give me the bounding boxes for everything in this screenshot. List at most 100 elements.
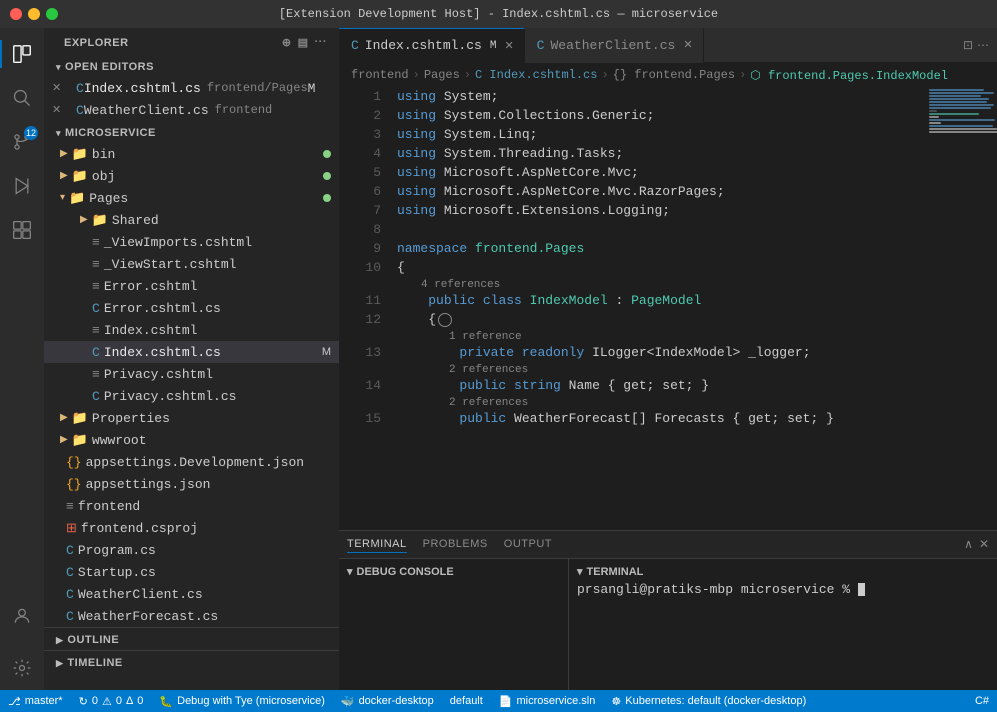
error-cs-icon: C bbox=[92, 301, 100, 316]
weatherclient-label: WeatherClient.cs bbox=[78, 587, 203, 602]
lang-label: C# bbox=[975, 695, 989, 707]
code-content[interactable]: using System; using System.Collections.G… bbox=[389, 87, 927, 530]
tab-weather-client[interactable]: C WeatherClient.cs ✕ bbox=[525, 28, 704, 63]
sidebar-item-startup[interactable]: C Startup.cs bbox=[44, 561, 339, 583]
run-activity-icon[interactable] bbox=[0, 164, 44, 208]
outline-section[interactable]: ▶ OUTLINE bbox=[44, 627, 339, 650]
bin-label: bin bbox=[92, 147, 115, 162]
status-sync[interactable]: ↻ 0 ⚠ 0 Δ 0 bbox=[71, 690, 152, 712]
sidebar-item-weatherclient[interactable]: C WeatherClient.cs bbox=[44, 583, 339, 605]
code-line-5: using Microsoft.AspNetCore.Mvc; bbox=[397, 163, 927, 182]
bc-frontend[interactable]: frontend bbox=[351, 68, 409, 82]
open-editors-section[interactable]: ▾ OPEN EDITORS bbox=[44, 55, 339, 77]
code-line-9: namespace frontend.Pages bbox=[397, 239, 927, 258]
weather-file-path: frontend bbox=[215, 103, 273, 117]
sidebar-item-program[interactable]: C Program.cs bbox=[44, 539, 339, 561]
sidebar-item-index-cshtml[interactable]: ≡ Index.cshtml bbox=[44, 319, 339, 341]
maximize-button[interactable] bbox=[46, 8, 58, 20]
code-line-11: public class IndexModel : PageModel bbox=[397, 291, 927, 310]
status-docker[interactable]: 🐳 docker-desktop bbox=[333, 690, 442, 712]
weather-file-label: WeatherClient.cs bbox=[84, 103, 209, 118]
sidebar-item-error-cshtml[interactable]: ≡ Error.cshtml bbox=[44, 275, 339, 297]
sidebar-item-privacy-cshtml[interactable]: ≡ Privacy.cshtml bbox=[44, 363, 339, 385]
open-editor-index[interactable]: ✕ C Index.cshtml.cs frontend/Pages M bbox=[44, 77, 339, 99]
terminal-tab-output[interactable]: OUTPUT bbox=[504, 536, 552, 553]
code-line-14: public string Name { get; set; } bbox=[397, 376, 927, 395]
sidebar-item-appsettings[interactable]: {} appsettings.json bbox=[44, 473, 339, 495]
status-default[interactable]: default bbox=[442, 690, 491, 712]
sidebar-item-bin[interactable]: ▶ 📁 bin bbox=[44, 143, 339, 165]
terminal-icons-right: ∧ ✕ bbox=[964, 537, 989, 552]
viewimports-label: _ViewImports.cshtml bbox=[104, 235, 252, 250]
close-weather-icon[interactable]: ✕ bbox=[52, 103, 76, 117]
sidebar-item-frontend[interactable]: ≡ frontend bbox=[44, 495, 339, 517]
more-actions-icon[interactable]: ··· bbox=[315, 36, 328, 49]
open-editors-label: OPEN EDITORS bbox=[65, 61, 154, 73]
status-kubernetes[interactable]: ☸ Kubernetes: default (docker-desktop) bbox=[603, 690, 814, 712]
sidebar-title: EXPLORER bbox=[64, 37, 129, 49]
terminal-body: ▾ DEBUG CONSOLE ▾ TERMINAL prsangli@prat… bbox=[339, 559, 997, 690]
new-folder-icon[interactable]: ▤ bbox=[298, 36, 309, 49]
tab-weather-close[interactable]: ✕ bbox=[681, 36, 694, 54]
close-index-icon[interactable]: ✕ bbox=[52, 81, 76, 95]
status-lang[interactable]: C# bbox=[967, 690, 997, 712]
tab-index-close[interactable]: ✕ bbox=[502, 37, 515, 55]
bc-sep4: › bbox=[739, 68, 746, 82]
status-branch[interactable]: ⎇ master* bbox=[0, 690, 71, 712]
index-cs-label: Index.cshtml.cs bbox=[104, 345, 221, 360]
terminal-collapse-icon[interactable]: ∧ bbox=[964, 537, 973, 552]
source-control-activity-icon[interactable]: 12 bbox=[0, 120, 44, 164]
sidebar-item-index-cs[interactable]: C Index.cshtml.cs M bbox=[44, 341, 339, 363]
split-editor-icon[interactable]: ⊡ bbox=[963, 38, 973, 53]
tab-bar-right-icons: ⊡ ⋯ bbox=[963, 38, 997, 53]
sidebar-item-viewstart[interactable]: ≡ _ViewStart.cshtml bbox=[44, 253, 339, 275]
microservice-section[interactable]: ▾ MICROSERVICE bbox=[44, 121, 339, 143]
sidebar-header-icons: ⊕ ▤ ··· bbox=[282, 36, 327, 49]
status-debug[interactable]: 🐛 Debug with Tye (microservice) bbox=[151, 690, 332, 712]
close-button[interactable] bbox=[10, 8, 22, 20]
explorer-activity-icon[interactable] bbox=[0, 32, 44, 76]
account-activity-icon[interactable] bbox=[0, 594, 44, 638]
sidebar-item-privacy-cs[interactable]: C Privacy.cshtml.cs bbox=[44, 385, 339, 407]
sidebar-item-csproj[interactable]: ⊞ frontend.csproj bbox=[44, 517, 339, 539]
extensions-activity-icon[interactable] bbox=[0, 208, 44, 252]
terminal-close-icon[interactable]: ✕ bbox=[979, 537, 989, 552]
obj-chevron-icon: ▶ bbox=[60, 170, 68, 182]
terminal-tab-problems[interactable]: PROBLEMS bbox=[423, 536, 488, 553]
minimize-button[interactable] bbox=[28, 8, 40, 20]
new-file-icon[interactable]: ⊕ bbox=[282, 36, 292, 49]
bc-file[interactable]: C Index.cshtml.cs bbox=[475, 68, 597, 82]
more-editor-icon[interactable]: ⋯ bbox=[977, 38, 989, 53]
timeline-section[interactable]: ▶ TIMELINE bbox=[44, 650, 339, 673]
ref-hint-4: 4 references bbox=[397, 277, 927, 291]
status-solution[interactable]: 📄 microservice.sln bbox=[491, 690, 604, 712]
terminal-right[interactable]: ▾ TERMINAL prsangli@pratiks-mbp microser… bbox=[569, 559, 997, 690]
sidebar-item-viewimports[interactable]: ≡ _ViewImports.cshtml bbox=[44, 231, 339, 253]
debug-console-header: ▾ DEBUG CONSOLE bbox=[347, 565, 560, 578]
settings-activity-icon[interactable] bbox=[0, 646, 44, 690]
sidebar-item-weatherforecast[interactable]: C WeatherForecast.cs bbox=[44, 605, 339, 627]
bc-class[interactable]: ⬡ frontend.Pages.IndexModel bbox=[750, 68, 948, 83]
wwwroot-label: wwwroot bbox=[92, 433, 147, 448]
sidebar-item-obj[interactable]: ▶ 📁 obj bbox=[44, 165, 339, 187]
sidebar-item-pages[interactable]: ▾ 📁 Pages bbox=[44, 187, 339, 209]
sidebar-item-shared[interactable]: ▶ 📁 Shared bbox=[44, 209, 339, 231]
sidebar-item-error-cs[interactable]: C Error.cshtml.cs bbox=[44, 297, 339, 319]
sidebar-item-appsettings-dev[interactable]: {} appsettings.Development.json bbox=[44, 451, 339, 473]
bc-pages[interactable]: Pages bbox=[424, 68, 460, 82]
bc-namespace[interactable]: {} frontend.Pages bbox=[613, 68, 735, 82]
window-controls[interactable] bbox=[10, 8, 58, 20]
open-editor-weather[interactable]: ✕ C WeatherClient.cs frontend bbox=[44, 99, 339, 121]
terminal-caret: ▾ bbox=[577, 565, 583, 578]
warning-icon: ⚠ bbox=[102, 695, 112, 708]
code-line-13: private readonly ILogger<IndexModel> _lo… bbox=[397, 343, 927, 362]
appsettings-icon: {} bbox=[66, 477, 82, 492]
index-file-label: Index.cshtml.cs bbox=[84, 81, 201, 96]
branch-label: master* bbox=[25, 695, 63, 707]
terminal-tab-terminal[interactable]: TERMINAL bbox=[347, 536, 407, 553]
search-activity-icon[interactable] bbox=[0, 76, 44, 120]
terminal-prompt: prsangli@pratiks-mbp microservice % bbox=[577, 582, 858, 597]
sidebar-item-wwwroot[interactable]: ▶ 📁 wwwroot bbox=[44, 429, 339, 451]
sidebar-item-properties[interactable]: ▶ 📁 Properties bbox=[44, 407, 339, 429]
tab-index-cshtml[interactable]: C Index.cshtml.cs M ✕ bbox=[339, 28, 525, 63]
